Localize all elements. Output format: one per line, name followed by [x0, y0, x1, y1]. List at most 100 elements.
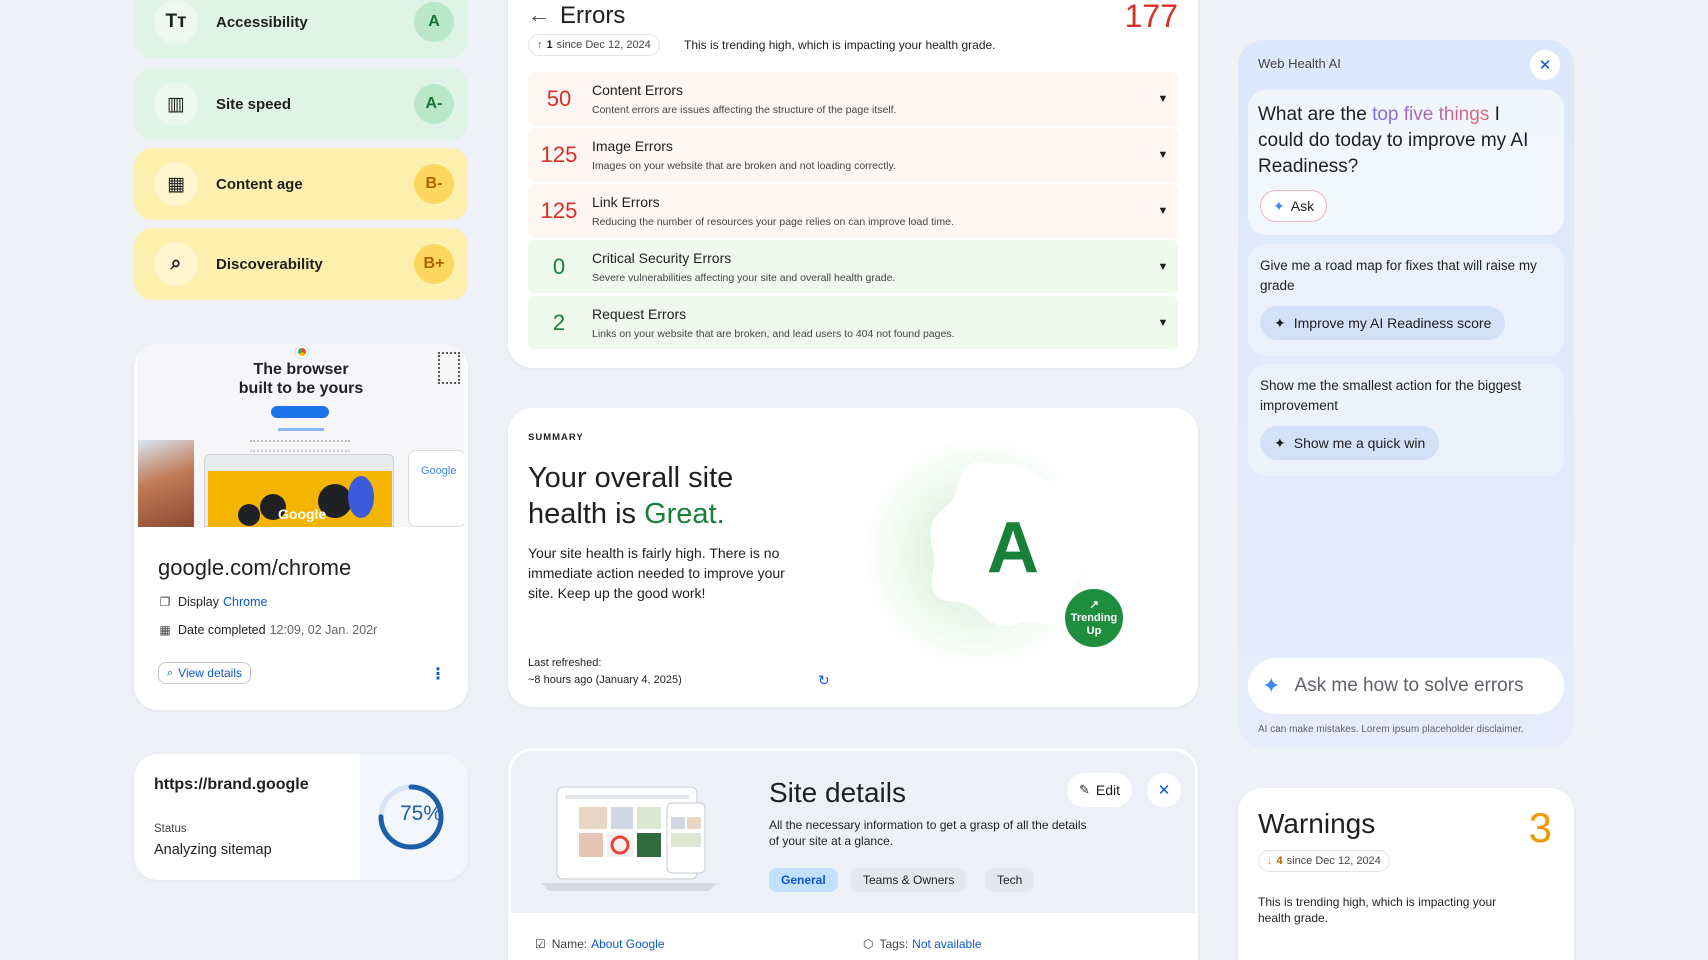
summary-card: SUMMARY Your overall site health is Grea…	[508, 408, 1198, 707]
grade-card-content-age[interactable]: ▦ Content age B-	[134, 148, 468, 220]
display-label: Display	[178, 595, 219, 609]
view-details-button[interactable]: ⌕ View details	[158, 662, 251, 684]
progress-percent: 75%	[399, 802, 443, 825]
tag-icon: ⬡	[863, 937, 874, 951]
warnings-title: Warnings	[1258, 808, 1376, 839]
suggestion-prompt: Show me the smallest action for the bigg…	[1260, 378, 1522, 413]
quick-win-button[interactable]: ✦ Show me a quick win	[1260, 426, 1440, 460]
status-label: Status	[154, 823, 187, 835]
ai-input-placeholder: Ask me how to solve errors	[1294, 675, 1524, 696]
grade-label: Site speed	[216, 95, 292, 113]
warnings-description: This is trending high, which is impactin…	[1258, 895, 1497, 925]
site-details-title: Site details	[769, 777, 906, 808]
preview-text-lines	[250, 440, 350, 452]
errors-description: This is trending high, which is impactin…	[684, 38, 996, 52]
laptop-preview-illustration	[541, 786, 717, 891]
ask-button[interactable]: ✦ Ask	[1260, 190, 1328, 222]
summary-body: Your site health is fairly high. There i…	[528, 545, 785, 601]
calendar-icon: ▦	[159, 623, 171, 637]
refresh-icon[interactable]: ↻	[818, 672, 830, 689]
warnings-count: 3	[1528, 804, 1552, 851]
sparkle-icon: ✦	[1273, 197, 1285, 214]
trend-count: 4	[1276, 855, 1283, 867]
grade-badge: B-	[414, 164, 454, 204]
suggestion-action-label: Improve my AI Readiness score	[1293, 315, 1492, 331]
site-preview-image: The browser built to be yours Google Goo…	[138, 344, 464, 527]
error-row-link[interactable]: 125 Link Errors Reducing the number of r…	[528, 184, 1178, 237]
grade-card-site-speed[interactable]: ▥ Site speed A-	[134, 68, 468, 140]
search-icon: ⌕	[154, 242, 198, 286]
site-url: https://brand.google	[154, 776, 309, 793]
trending-up-badge: ↗ Trending Up	[1062, 586, 1126, 650]
ask-label: Ask	[1290, 198, 1315, 214]
tab-general[interactable]: General	[769, 868, 838, 892]
trend-chip: ↓ 4 since Dec 12, 2024	[1258, 850, 1390, 872]
trending-up-icon: ↗	[1088, 597, 1100, 612]
ai-disclaimer: AI can make mistakes. Lorem ipsum placeh…	[1258, 724, 1524, 735]
error-row-content[interactable]: 50 Content Errors Content errors are iss…	[528, 72, 1178, 125]
chevron-down-icon[interactable]: ▼	[1148, 317, 1178, 329]
refreshed-label: Last refreshed:	[528, 657, 602, 669]
site-details-card: Site details All the necessary informati…	[508, 748, 1198, 960]
grade-card-discoverability[interactable]: ⌕ Discoverability B+	[134, 228, 468, 300]
doodle-figure	[348, 476, 374, 518]
error-count: 0	[552, 253, 566, 279]
sparkle-icon: ✦	[1274, 314, 1286, 331]
site-card-chrome: The browser built to be yours Google Goo…	[134, 344, 468, 710]
arrow-up-icon: ↑	[537, 39, 543, 51]
tags-value[interactable]: Not available	[912, 937, 981, 951]
trend-count: 1	[546, 39, 553, 51]
calendar-icon: ▦	[154, 162, 198, 206]
name-value[interactable]: About Google	[591, 937, 664, 951]
google-logo-text: Google	[278, 506, 327, 522]
error-row-request[interactable]: 2 Request Errors Links on your website t…	[528, 296, 1178, 349]
preview-headline: The browser built to be yours	[238, 361, 364, 397]
grade-badge: B+	[414, 244, 454, 284]
improve-readiness-button[interactable]: ✦ Improve my AI Readiness score	[1260, 306, 1506, 340]
error-name: Request Errors	[592, 305, 687, 322]
trend-since: since Dec 12, 2024	[1286, 855, 1381, 867]
edit-label: Edit	[1095, 782, 1121, 798]
error-description: Images on your website that are broken a…	[592, 159, 896, 172]
error-name: Link Errors	[592, 193, 660, 210]
chevron-down-icon[interactable]: ▼	[1148, 149, 1178, 161]
error-name: Content Errors	[592, 81, 684, 98]
errors-title: Errors	[560, 2, 626, 29]
error-description: Content errors are issues affecting the …	[592, 103, 897, 116]
site-card-brand: https://brand.google Status Analyzing si…	[134, 754, 468, 880]
grade-card-accessibility[interactable]: Tт Accessibility A	[134, 0, 468, 58]
summary-heading: Your overall site health is Great.	[528, 462, 734, 530]
error-description: Reducing the number of resources your pa…	[592, 215, 954, 228]
back-arrow-icon[interactable]: ←	[528, 2, 550, 28]
errors-total: 177	[1124, 0, 1178, 34]
ai-question: What are the top five things I could do …	[1258, 104, 1529, 177]
chevron-down-icon[interactable]: ▼	[1148, 93, 1178, 105]
tab-tech[interactable]: Tech	[985, 868, 1035, 892]
speed-chart-icon: ▥	[154, 82, 198, 126]
trend-line-2: Up	[1086, 624, 1102, 637]
more-options-icon[interactable]: ⋮	[430, 664, 446, 684]
grade-badge: A	[414, 2, 454, 42]
grade-badge: A-	[414, 84, 454, 124]
tab-teams-owners[interactable]: Teams & Owners	[851, 868, 967, 892]
error-row-image[interactable]: 125 Image Errors Images on your website …	[528, 128, 1178, 181]
ai-question-card: What are the top five things I could do …	[1248, 90, 1564, 235]
preview-landscape	[138, 440, 194, 527]
pencil-icon: ✎	[1079, 782, 1090, 797]
close-icon[interactable]: ✕	[1530, 50, 1560, 80]
ai-prompt-input[interactable]: ✦ Ask me how to solve errors	[1248, 658, 1564, 714]
chevron-down-icon[interactable]: ▼	[1148, 205, 1178, 217]
error-name: Image Errors	[592, 137, 673, 154]
error-count: 125	[540, 197, 578, 223]
warnings-card: Warnings 3 ↓ 4 since Dec 12, 2024 This i…	[1238, 788, 1574, 960]
close-icon[interactable]: ✕	[1147, 773, 1181, 807]
date-value: 12:09, 02 Jan. 202r	[269, 623, 378, 637]
display-value[interactable]: Chrome	[223, 595, 267, 609]
overall-grade: A	[987, 508, 1039, 588]
edit-button[interactable]: ✎ Edit	[1067, 773, 1133, 807]
errors-card: ← Errors 177 ↑ 1 since Dec 12, 2024 This…	[508, 0, 1198, 368]
web-health-ai-panel: Web Health AI ✕ What are the top five th…	[1238, 40, 1574, 748]
chevron-down-icon[interactable]: ▼	[1148, 261, 1178, 273]
sparkle-icon: ✦	[1274, 434, 1286, 451]
error-row-security[interactable]: 0 Critical Security Errors Severe vulner…	[528, 240, 1178, 293]
